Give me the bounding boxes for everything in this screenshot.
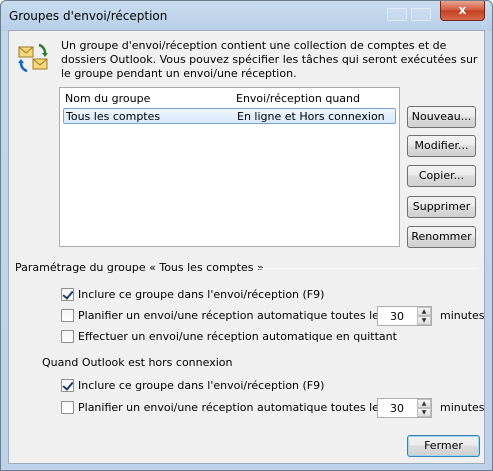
delete-button[interactable]: Supprimer bbox=[407, 196, 476, 218]
minimize-button bbox=[387, 8, 407, 21]
group-when-cell: En ligne et Hors connexion bbox=[237, 110, 385, 123]
group-settings-divider bbox=[257, 268, 479, 269]
send-receive-groups-icon bbox=[18, 43, 48, 73]
close-button[interactable]: Fermer bbox=[407, 435, 480, 457]
schedule-auto-send-checkbox[interactable] bbox=[61, 309, 74, 322]
spin-down-icon[interactable]: ▼ bbox=[417, 316, 431, 325]
intro-description: Un groupe d'envoi/réception contient une… bbox=[61, 39, 478, 80]
include-group-offline-checkbox[interactable] bbox=[61, 379, 74, 392]
rename-button[interactable]: Renommer bbox=[407, 226, 476, 248]
maximize-button bbox=[411, 8, 431, 21]
offline-settings-heading: Quand Outlook est hors connexion bbox=[42, 356, 233, 369]
group-settings-heading: Paramétrage du groupe « Tous les comptes… bbox=[15, 261, 264, 274]
dialog-window: Groupes d'envoi/réception x Un groupe d'… bbox=[0, 0, 493, 471]
include-group-offline-label: Inclure ce groupe dans l'envoi/réception… bbox=[78, 379, 325, 392]
send-on-exit-label: Effectuer un envoi/une réception automat… bbox=[78, 330, 397, 343]
schedule-offline-checkbox[interactable] bbox=[61, 401, 74, 414]
include-group-label: Inclure ce groupe dans l'envoi/réception… bbox=[78, 288, 325, 301]
send-on-exit-checkbox[interactable] bbox=[61, 330, 74, 343]
include-group-checkbox[interactable] bbox=[61, 288, 74, 301]
offline-minutes-value: 30 bbox=[390, 402, 404, 415]
title-bar[interactable]: Groupes d'envoi/réception x bbox=[1, 1, 492, 29]
spin-up-icon[interactable]: ▲ bbox=[417, 307, 431, 316]
schedule-offline-label: Planifier un envoi/une réception automat… bbox=[78, 401, 385, 414]
offline-minutes-stepper[interactable]: 30 ▲ ▼ bbox=[377, 398, 432, 418]
group-name-cell: Tous les comptes bbox=[66, 110, 161, 123]
schedule-minutes-value: 30 bbox=[390, 310, 404, 323]
column-header-send-receive-when[interactable]: Envoi/réception quand bbox=[236, 92, 360, 105]
dialog-client-area: Un groupe d'envoi/réception contient une… bbox=[8, 30, 485, 464]
offline-minutes-unit: minutes bbox=[440, 401, 485, 414]
list-item[interactable]: Tous les comptes En ligne et Hors connex… bbox=[63, 108, 396, 124]
schedule-auto-send-label: Planifier un envoi/une réception automat… bbox=[78, 309, 385, 322]
spin-down-icon[interactable]: ▼ bbox=[417, 408, 431, 417]
close-icon: x bbox=[458, 3, 467, 17]
copy-button[interactable]: Copier... bbox=[407, 165, 476, 187]
close-window-button[interactable]: x bbox=[440, 1, 485, 21]
spin-up-icon[interactable]: ▲ bbox=[417, 399, 431, 408]
dialog-title: Groupes d'envoi/réception bbox=[9, 9, 168, 23]
new-button[interactable]: Nouveau... bbox=[407, 106, 476, 128]
column-header-group-name[interactable]: Nom du groupe bbox=[65, 92, 150, 105]
groups-list[interactable]: Nom du groupe Envoi/réception quand Tous… bbox=[59, 87, 400, 247]
schedule-minutes-unit: minutes bbox=[440, 309, 485, 322]
schedule-minutes-stepper[interactable]: 30 ▲ ▼ bbox=[377, 306, 432, 326]
edit-button[interactable]: Modifier... bbox=[407, 135, 476, 157]
